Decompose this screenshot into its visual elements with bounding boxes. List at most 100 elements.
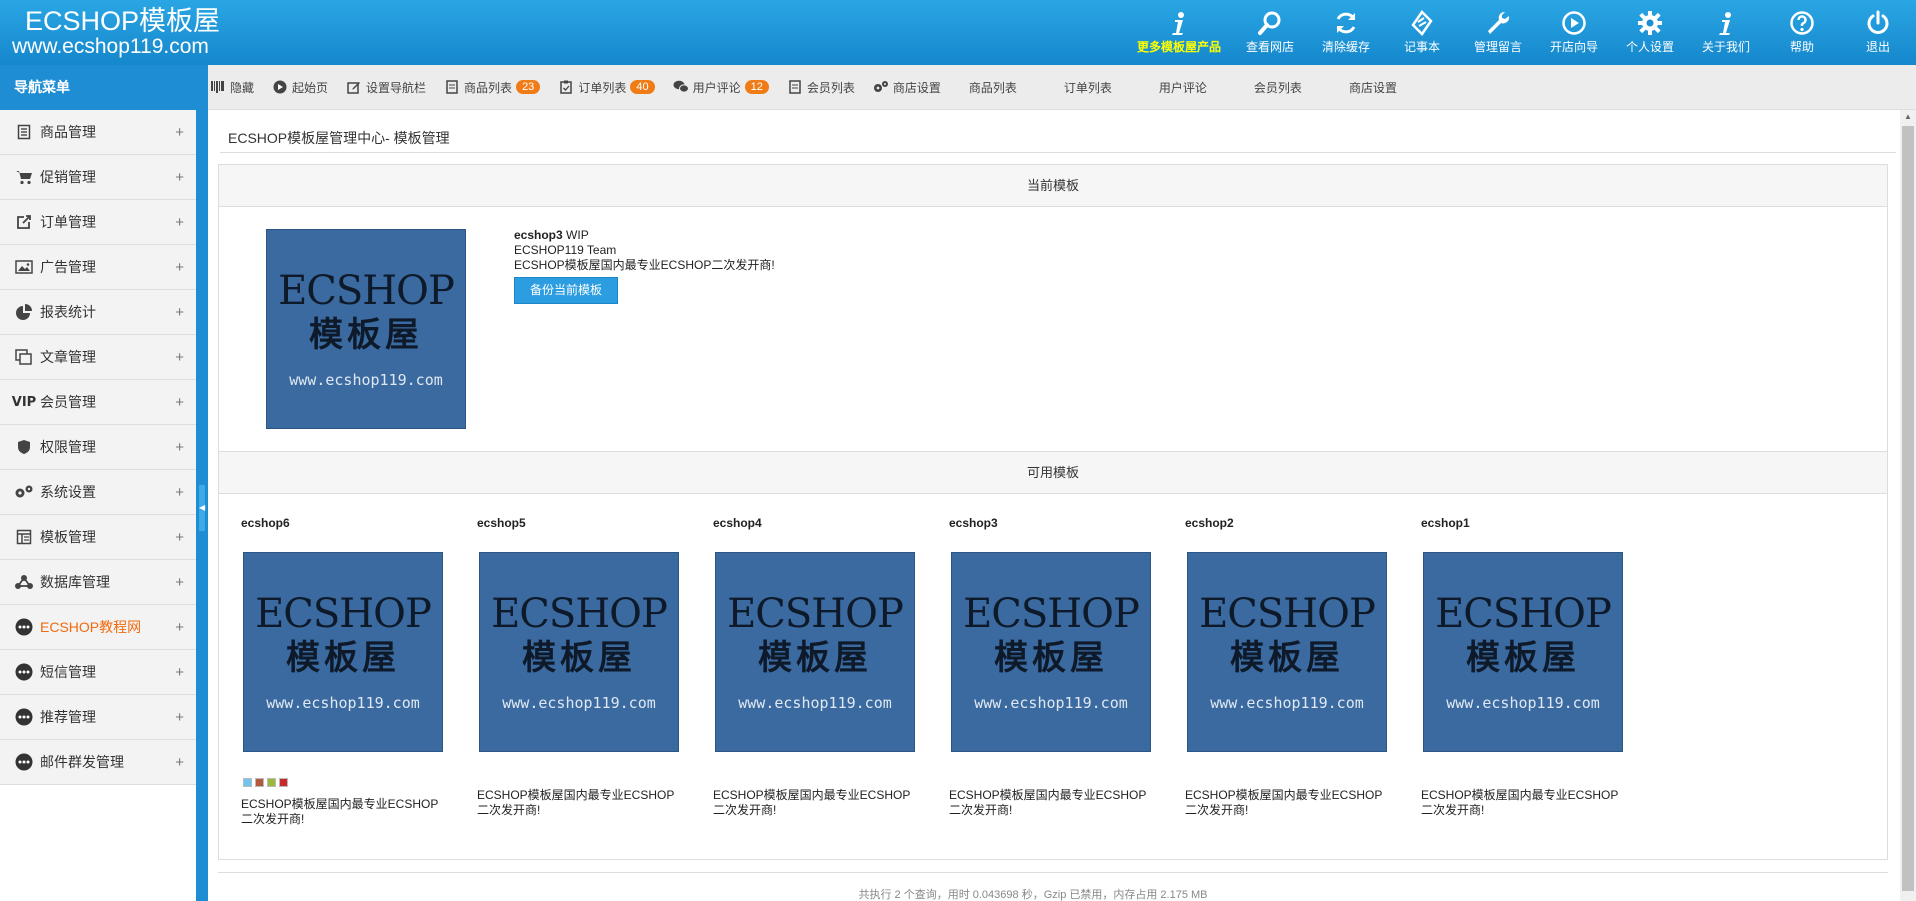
sidebar-item-database[interactable]: 数据库管理 + xyxy=(0,560,196,605)
sidebar-item-goods[interactable]: 商品管理 + xyxy=(0,110,196,155)
sidebar-item-templates[interactable]: 模板管理 + xyxy=(0,515,196,560)
top-nav-clear-cache[interactable]: 清除缓存 xyxy=(1308,0,1384,65)
top-nav-view-shop[interactable]: 查看网店 xyxy=(1232,0,1308,65)
expand-icon[interactable]: + xyxy=(175,124,184,141)
toolbar-link-goods-list[interactable]: 商品列表 xyxy=(969,79,1017,96)
logo-url: www.ecshop119.com xyxy=(12,35,209,58)
expand-icon[interactable]: + xyxy=(175,349,184,366)
toolbar-order-list[interactable]: 订单列表 40 xyxy=(558,79,655,96)
expand-icon[interactable]: + xyxy=(175,619,184,636)
template-desc-line: ECSHOP模板屋国内最专业ECSHOP xyxy=(949,788,1147,802)
document-icon xyxy=(787,79,803,95)
expand-icon[interactable]: + xyxy=(175,709,184,726)
expand-icon[interactable]: + xyxy=(175,754,184,771)
template-desc-line: ECSHOP模板屋国内最专业ECSHOP xyxy=(477,788,675,802)
toolbar-shop-settings[interactable]: 商店设置 xyxy=(873,79,941,96)
template-thumbnail[interactable]: ECSHOP 模板屋 www.ecshop119.com xyxy=(1187,552,1387,752)
thumb-text-name: 模板屋 xyxy=(994,638,1108,678)
top-nav-label: 清除缓存 xyxy=(1321,40,1370,54)
expand-icon[interactable]: + xyxy=(175,304,184,321)
template-thumbnail[interactable]: ECSHOP 模板屋 www.ecshop119.com xyxy=(715,552,915,752)
expand-icon[interactable]: + xyxy=(175,664,184,681)
template-name: ecshop2 xyxy=(1185,516,1234,530)
notepad-icon xyxy=(1409,8,1435,38)
expand-icon[interactable]: + xyxy=(175,394,184,411)
expand-icon[interactable]: + xyxy=(175,574,184,591)
gears-icon xyxy=(873,79,889,95)
template-thumbnail[interactable]: ECSHOP 模板屋 www.ecshop119.com xyxy=(951,552,1151,752)
current-template-title: 当前模板 xyxy=(219,165,1887,207)
sidebar-item-articles[interactable]: 文章管理 + xyxy=(0,335,196,380)
more-icon xyxy=(14,707,34,727)
template-thumbnail[interactable]: ECSHOP 模板屋 www.ecshop119.com xyxy=(243,552,443,752)
expand-icon[interactable]: + xyxy=(175,259,184,276)
sidebar-item-sms[interactable]: 短信管理 + xyxy=(0,650,196,695)
sidebar-item-ads[interactable]: 广告管理 + xyxy=(0,245,196,290)
divider xyxy=(218,872,1888,873)
sidebar: 导航菜单 商品管理 + 促销管理 + 订单管理 + 广告管理 + 报表统计 + … xyxy=(0,65,196,901)
sidebar-item-promotion[interactable]: 促销管理 + xyxy=(0,155,196,200)
toolbar-member-list[interactable]: 会员列表 xyxy=(787,79,855,96)
info-icon xyxy=(1166,8,1192,38)
toolbar-set-nav[interactable]: 设置导航栏 xyxy=(346,79,426,96)
expand-icon[interactable]: + xyxy=(175,439,184,456)
sidebar-item-system-settings[interactable]: 系统设置 + xyxy=(0,470,196,515)
top-nav-shop-wizard[interactable]: 开店向导 xyxy=(1536,0,1612,65)
top-nav: 更多模板屋产品 查看网店 清除缓存 记事本 管理留言 开店向导 个人设置 关于我… xyxy=(1126,0,1916,65)
top-nav-help[interactable]: 帮助 xyxy=(1764,0,1840,65)
thumb-text-brand: ECSHOP xyxy=(491,591,668,637)
template-thumbnail[interactable]: ECSHOP 模板屋 www.ecshop119.com xyxy=(479,552,679,752)
expand-icon[interactable]: + xyxy=(175,214,184,231)
color-swatch[interactable] xyxy=(279,778,288,787)
top-nav-label: 帮助 xyxy=(1789,40,1814,54)
top-nav-personal-settings[interactable]: 个人设置 xyxy=(1612,0,1688,65)
sidebar-item-recommend[interactable]: 推荐管理 + xyxy=(0,695,196,740)
expand-icon[interactable]: + xyxy=(175,529,184,546)
color-swatch[interactable] xyxy=(255,778,264,787)
toolbar-link-user-comments[interactable]: 用户评论 xyxy=(1159,79,1207,96)
toolbar-link-order-list[interactable]: 订单列表 xyxy=(1064,79,1112,96)
logo[interactable]: ECSHOP模板屋 www.ecshop119.com xyxy=(12,6,220,58)
toolbar-goods-list[interactable]: 商品列表 23 xyxy=(444,79,541,96)
toolbar-start-page[interactable]: 起始页 xyxy=(272,79,328,96)
toolbar-label: 商店设置 xyxy=(892,80,941,95)
wrench-icon xyxy=(1485,8,1511,38)
sidebar-splitter[interactable]: ◀ xyxy=(196,65,208,901)
thumb-text-name: 模板屋 xyxy=(309,315,423,355)
toolbar-link-shop-settings[interactable]: 商店设置 xyxy=(1349,79,1397,96)
toolbar-user-comments[interactable]: 用户评论 12 xyxy=(673,79,769,96)
thumb-text-brand: ECSHOP xyxy=(963,591,1140,637)
top-nav-about-us[interactable]: 关于我们 xyxy=(1688,0,1764,65)
collapse-sidebar-handle[interactable]: ◀ xyxy=(199,485,205,531)
expand-icon[interactable]: + xyxy=(175,169,184,186)
top-nav-more-products[interactable]: 更多模板屋产品 xyxy=(1126,0,1232,65)
thumb-text-url: www.ecshop119.com xyxy=(266,694,420,712)
color-swatch[interactable] xyxy=(267,778,276,787)
template-thumbnail[interactable]: ECSHOP 模板屋 www.ecshop119.com xyxy=(1423,552,1623,752)
scroll-up-icon[interactable]: ▲ xyxy=(1900,110,1916,124)
available-templates-section: ecshop6 ECSHOP 模板屋 www.ecshop119.com ECS… xyxy=(219,494,1887,858)
scrollbar[interactable]: ▲ xyxy=(1900,110,1916,901)
top-nav-notepad[interactable]: 记事本 xyxy=(1384,0,1460,65)
top-nav-logout[interactable]: 退出 xyxy=(1840,0,1916,65)
thumb-text-url: www.ecshop119.com xyxy=(974,694,1128,712)
sidebar-item-members[interactable]: VIP 会员管理 + xyxy=(0,380,196,425)
sidebar-item-permissions[interactable]: 权限管理 + xyxy=(0,425,196,470)
sidebar-item-label: 促销管理 xyxy=(40,169,96,185)
template-name: ecshop5 xyxy=(477,516,526,530)
sidebar-item-orders[interactable]: 订单管理 + xyxy=(0,200,196,245)
scrollbar-thumb[interactable] xyxy=(1902,126,1914,891)
barcode-icon xyxy=(210,79,226,95)
template-desc-line: ECSHOP模板屋国内最专业ECSHOP xyxy=(1421,788,1619,802)
toolbar-hide[interactable]: 隐藏 xyxy=(210,79,254,96)
backup-template-button[interactable]: 备份当前模板 xyxy=(514,277,619,304)
expand-icon[interactable]: + xyxy=(175,484,184,501)
thumb-text-url: www.ecshop119.com xyxy=(289,371,443,389)
toolbar-label: 用户评论 xyxy=(692,80,741,95)
toolbar-link-member-list[interactable]: 会员列表 xyxy=(1254,79,1302,96)
sidebar-item-ecshop-tutorials[interactable]: ECSHOP教程网 + xyxy=(0,605,196,650)
sidebar-item-reports[interactable]: 报表统计 + xyxy=(0,290,196,335)
color-swatch[interactable] xyxy=(243,778,252,787)
sidebar-item-mass-mail[interactable]: 邮件群发管理 + xyxy=(0,740,196,785)
top-nav-manage-messages[interactable]: 管理留言 xyxy=(1460,0,1536,65)
